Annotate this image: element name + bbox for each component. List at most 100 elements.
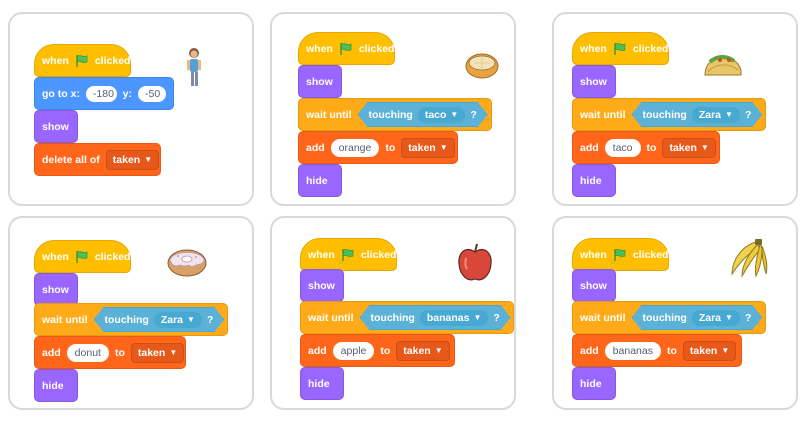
y-input[interactable]: -50 [138,85,166,102]
show-block[interactable]: show [34,273,78,306]
block-label: ? [470,108,477,121]
hide-block[interactable]: hide [300,367,344,400]
hide-block[interactable]: hide [572,164,616,197]
when-flag-clicked-block[interactable]: when clicked [572,229,669,271]
block-label: show [308,279,335,292]
chevron-down-icon: ▼ [700,143,709,152]
wait-until-block[interactable]: wait until touching taco ▼ ? [298,98,492,131]
donut-icon [166,244,208,283]
bananas-icon [726,238,770,283]
chevron-down-icon: ▼ [187,315,195,324]
item-input[interactable]: bananas [604,341,661,360]
list-dropdown[interactable]: taken ▼ [401,137,455,158]
chevron-down-icon: ▼ [473,313,482,322]
item-input[interactable]: apple [332,341,375,360]
add-to-list-block[interactable]: add orange to taken ▼ [298,131,458,164]
block-label: touching [642,311,687,324]
block-label: touching [370,311,415,324]
go-to-xy-block[interactable]: go to x: -180 y: -50 [34,77,174,110]
wait-until-block[interactable]: wait until touching Zara ▼ ? [572,301,766,334]
add-to-list-block[interactable]: add bananas to taken ▼ [572,334,742,367]
block-label: go to x: [42,87,80,100]
block-label: to [114,346,125,359]
green-flag-icon [75,54,89,67]
when-flag-clicked-block[interactable]: when clicked [300,229,397,271]
block-label: add [580,141,599,154]
wait-until-block[interactable]: wait until touching Zara ▼ ? [572,98,766,131]
block-label: show [580,75,607,88]
block-label: hide [306,174,328,187]
when-flag-clicked-block[interactable]: when clicked [572,23,669,65]
taco-icon [702,52,744,83]
block-label: y: [122,87,132,100]
wait-until-block[interactable]: wait until touching Zara ▼ ? [34,303,228,336]
sprite-dropdown[interactable]: Zara ▼ [692,310,740,326]
block-label: ? [744,311,752,324]
chevron-down-icon: ▼ [725,313,733,322]
touching-sensor[interactable]: touching bananas ▼ ? [360,305,511,330]
chevron-down-icon: ▼ [439,143,448,152]
touching-sensor[interactable]: touching Zara ▼ ? [94,307,225,332]
list-dropdown[interactable]: taken ▼ [396,340,450,361]
block-label: hide [308,377,330,390]
block-label: to [646,141,657,154]
show-block[interactable]: show [298,65,342,98]
chevron-down-icon: ▼ [721,346,730,355]
block-label: touching [104,313,149,326]
item-input[interactable]: taco [604,138,641,157]
block-label: ? [206,313,214,326]
script-panel-3: when clicked show wait until touching Za… [552,12,798,206]
block-label: hide [580,174,602,187]
hide-block[interactable]: hide [298,164,342,197]
show-block[interactable]: show [34,110,78,143]
block-label: add [580,344,599,357]
sprite-dropdown[interactable]: Zara ▼ [154,312,202,328]
block-label: wait until [580,108,626,121]
sprite-dropdown[interactable]: bananas ▼ [420,310,489,326]
block-label: clicked [632,42,669,55]
show-block[interactable]: show [572,269,616,302]
add-to-list-block[interactable]: add donut to taken ▼ [34,336,186,369]
green-flag-icon [613,42,627,55]
orange-icon [464,50,500,85]
chevron-down-icon: ▼ [169,348,178,357]
touching-sensor[interactable]: touching Zara ▼ ? [632,305,763,330]
hide-block[interactable]: hide [572,367,616,400]
block-label: when [580,42,607,55]
list-dropdown[interactable]: taken ▼ [662,137,716,158]
chevron-down-icon: ▼ [434,346,443,355]
sprite-dropdown[interactable]: Zara ▼ [692,107,740,123]
touching-sensor[interactable]: touching Zara ▼ ? [632,102,763,127]
green-flag-icon [613,248,627,261]
script-panel-4: when clicked show wait until touching Za… [8,216,254,410]
wait-until-block[interactable]: wait until touching bananas ▼ ? [300,301,514,334]
block-label: wait until [580,311,626,324]
item-input[interactable]: donut [66,343,109,362]
when-flag-clicked-block[interactable]: when clicked [34,231,131,273]
when-flag-clicked-block[interactable]: when clicked [34,35,131,77]
hide-block[interactable]: hide [34,369,78,402]
add-to-list-block[interactable]: add taco to taken ▼ [572,131,720,164]
list-dropdown[interactable]: taken ▼ [130,342,185,363]
chevron-down-icon: ▼ [144,155,153,164]
show-block[interactable]: show [300,269,344,302]
when-flag-clicked-block[interactable]: when clicked [298,23,395,65]
block-label: when [580,248,607,261]
list-dropdown[interactable]: taken ▼ [105,149,160,170]
show-block[interactable]: show [572,65,616,98]
x-input[interactable]: -180 [85,85,117,102]
script-panel-5: when clicked show wait until touching ba… [270,216,516,410]
touching-sensor[interactable]: touching taco ▼ ? [358,102,488,127]
block-label: wait until [308,311,354,324]
chevron-down-icon: ▼ [725,110,733,119]
block-label: touching [642,108,687,121]
delete-all-block[interactable]: delete all of taken ▼ [34,143,161,176]
block-label: clicked [360,248,397,261]
list-dropdown[interactable]: taken ▼ [682,340,737,361]
block-label: ? [744,108,752,121]
block-label: clicked [358,42,395,55]
add-to-list-block[interactable]: add apple to taken ▼ [300,334,455,367]
sprite-dropdown[interactable]: taco ▼ [418,107,466,123]
block-label: add [306,141,325,154]
item-input[interactable]: orange [330,138,380,157]
